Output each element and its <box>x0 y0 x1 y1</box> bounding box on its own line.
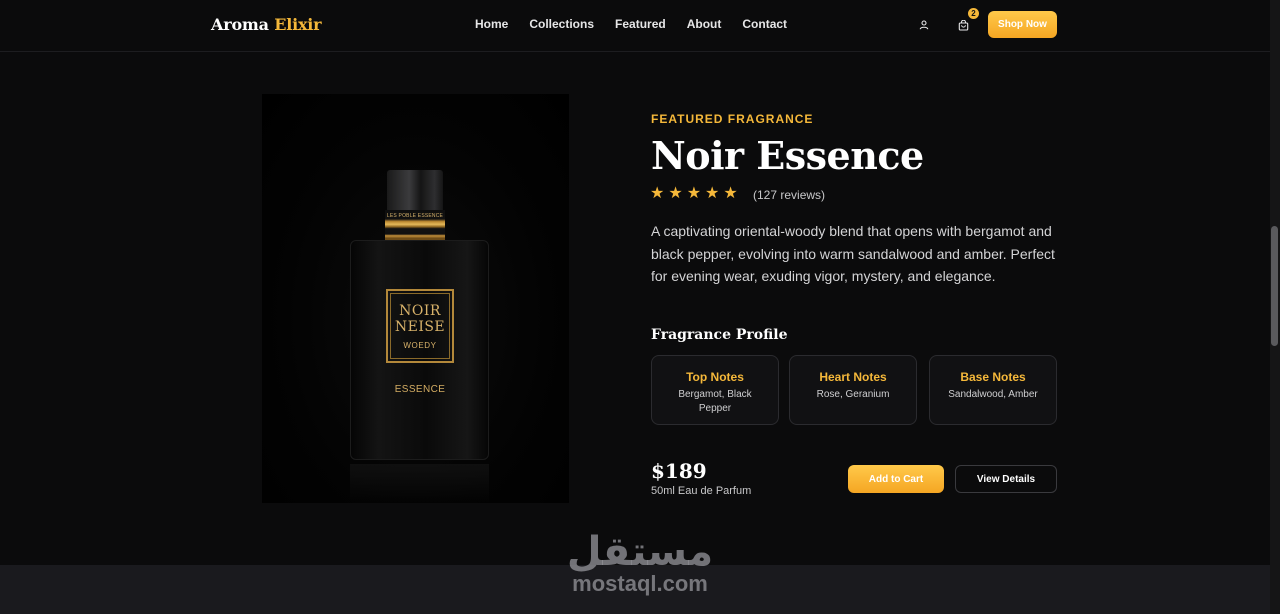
site-header: Aroma Elixir Home Collections Featured A… <box>0 0 1270 52</box>
logo-main-text: Aroma <box>211 15 269 34</box>
fragrance-profile-heading: Fragrance Profile <box>651 327 788 343</box>
product-title: Noir Essence <box>651 133 924 178</box>
nav-collections[interactable]: Collections <box>529 17 594 31</box>
watermark-arabic: مستقل <box>566 529 714 575</box>
section-eyebrow: FEATURED FRAGRANCE <box>651 112 814 126</box>
top-notes-value: Bergamot, Black Pepper <box>678 389 752 414</box>
product-price: $189 <box>651 459 707 483</box>
label-subtext: WOEDY <box>403 340 437 350</box>
main-nav: Home Collections Featured About Contact <box>475 17 787 31</box>
cart-count-badge: 2 <box>968 8 979 19</box>
heart-notes-title: Heart Notes <box>819 370 887 384</box>
star-icon: ★ <box>650 185 665 202</box>
logo-accent-text: Elixir <box>274 15 322 34</box>
base-notes-card: Base Notes Sandalwood, Amber <box>929 355 1057 425</box>
product-description: A captivating oriental-woody blend that … <box>651 223 1055 284</box>
nav-home[interactable]: Home <box>475 17 508 31</box>
nav-featured[interactable]: Featured <box>615 17 666 31</box>
star-icon: ★ <box>686 185 702 202</box>
brand-logo[interactable]: Aroma Elixir <box>211 15 322 34</box>
nav-contact[interactable]: Contact <box>742 17 787 31</box>
cart-icon[interactable] <box>954 16 972 34</box>
view-details-button[interactable]: View Details <box>955 465 1057 493</box>
label-line-2: NEISE <box>394 318 446 335</box>
base-notes-title: Base Notes <box>960 370 1026 384</box>
base-notes-value: Sandalwood, Amber <box>948 389 1038 400</box>
star-icon: ★ <box>668 185 683 202</box>
heart-notes-card: Heart Notes Rose, Geranium <box>789 355 917 425</box>
label-essence-text: ESSENCE <box>394 384 446 395</box>
scrollbar-thumb[interactable] <box>1271 226 1278 346</box>
collar-engraving: LES POBLE ESSENCE <box>386 213 444 219</box>
label-line-1: NOIR <box>399 302 441 319</box>
review-count[interactable]: (127 reviews) <box>753 188 825 202</box>
rating-stars: ★ ★ ★ ★ ★ <box>650 186 738 202</box>
bottle-label: NOIR NEISE WOEDY <box>386 289 454 363</box>
bottle-cap <box>387 170 443 210</box>
heart-notes-value: Rose, Geranium <box>816 389 890 400</box>
bottle-reflection <box>350 464 489 502</box>
star-icon: ★ <box>705 185 720 202</box>
product-image: LES POBLE ESSENCE NOIR NEISE WOEDY ESSEN… <box>262 94 569 503</box>
featured-section <box>0 53 1270 565</box>
watermark-logo: مستقل mostaql.com <box>560 530 720 596</box>
product-volume: 50ml Eau de Parfum <box>651 485 752 497</box>
page: Aroma Elixir Home Collections Featured A… <box>0 0 1280 614</box>
top-notes-title: Top Notes <box>686 370 744 384</box>
star-icon: ★ <box>723 185 738 202</box>
nav-about[interactable]: About <box>687 17 722 31</box>
shop-now-button[interactable]: Shop Now <box>988 11 1057 38</box>
watermark-latin: mostaql.com <box>572 571 708 596</box>
add-to-cart-button[interactable]: Add to Cart <box>848 465 944 493</box>
user-icon[interactable] <box>915 16 933 34</box>
top-notes-card: Top Notes Bergamot, Black Pepper <box>651 355 779 425</box>
bottle-label-frame: NOIR NEISE WOEDY <box>390 293 450 359</box>
